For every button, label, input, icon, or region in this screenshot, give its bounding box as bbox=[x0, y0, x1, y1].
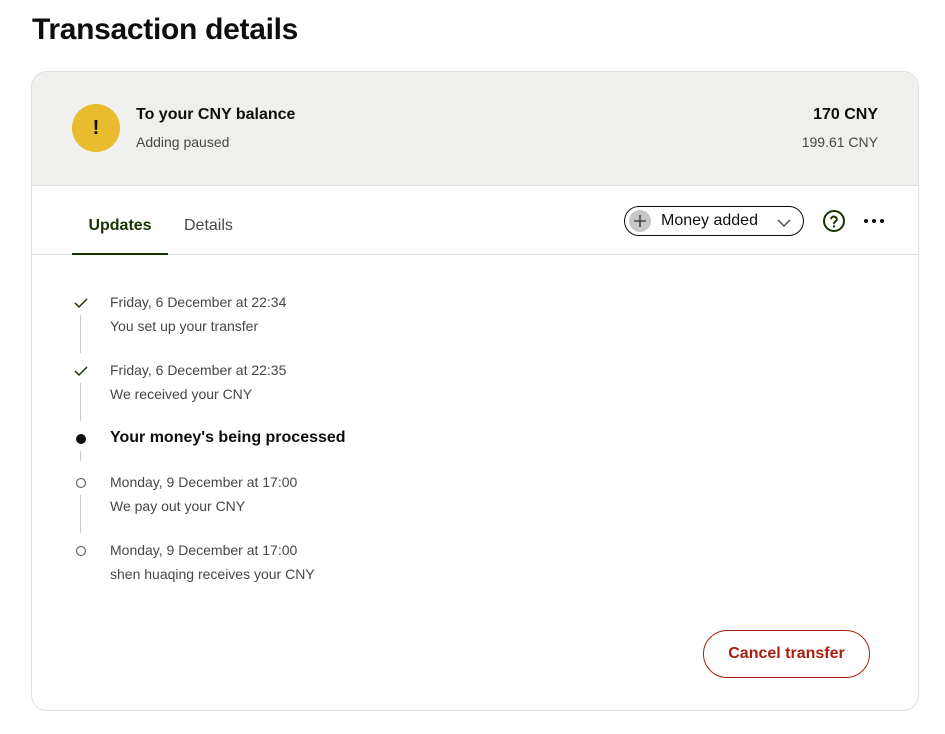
tab-updates[interactable]: Updates bbox=[72, 186, 168, 255]
step-text: We pay out your CNY bbox=[110, 498, 246, 514]
summary-status: Adding paused bbox=[136, 134, 230, 150]
step-date: Friday, 6 December at 22:34 bbox=[110, 294, 287, 310]
amount-sub: 199.61 CNY bbox=[801, 134, 878, 150]
timeline-connector bbox=[80, 495, 81, 533]
step-text: Your money's being processed bbox=[110, 429, 346, 446]
check-icon bbox=[74, 364, 88, 378]
page-title: Transaction details bbox=[32, 13, 299, 46]
check-icon bbox=[74, 296, 88, 310]
money-added-filter[interactable]: Money added bbox=[624, 206, 804, 236]
filter-label: Money added bbox=[661, 212, 758, 229]
step-text: shen huaqing receives your CNY bbox=[110, 566, 315, 582]
step-date: Monday, 9 December at 17:00 bbox=[110, 474, 298, 490]
summary-title: To your CNY balance bbox=[136, 106, 296, 123]
chevron-down-icon bbox=[777, 215, 791, 233]
plus-icon bbox=[629, 210, 651, 232]
warning-icon: ! bbox=[72, 104, 120, 152]
pending-circle-icon bbox=[74, 544, 88, 558]
step-text: You set up your transfer bbox=[110, 318, 259, 334]
timeline-connector bbox=[80, 383, 81, 421]
timeline-connector bbox=[80, 315, 81, 353]
transaction-card: ! To your CNY balance Adding paused 170 … bbox=[31, 71, 919, 711]
tab-details[interactable]: Details bbox=[184, 186, 233, 254]
cancel-transfer-button[interactable]: Cancel transfer bbox=[703, 630, 870, 678]
step-date: Monday, 9 December at 17:00 bbox=[110, 542, 298, 558]
current-dot-icon bbox=[74, 432, 88, 446]
pending-circle-icon bbox=[74, 476, 88, 490]
step-text: We received your CNY bbox=[110, 386, 253, 402]
more-options-icon[interactable] bbox=[860, 209, 888, 233]
amount-main: 170 CNY bbox=[813, 106, 878, 123]
step-date: Friday, 6 December at 22:35 bbox=[110, 362, 287, 378]
transaction-summary: ! To your CNY balance Adding paused 170 … bbox=[32, 72, 918, 186]
tabs-bar: Updates Details Money added bbox=[32, 186, 918, 255]
help-icon[interactable] bbox=[822, 209, 846, 233]
timeline-connector bbox=[80, 451, 81, 461]
